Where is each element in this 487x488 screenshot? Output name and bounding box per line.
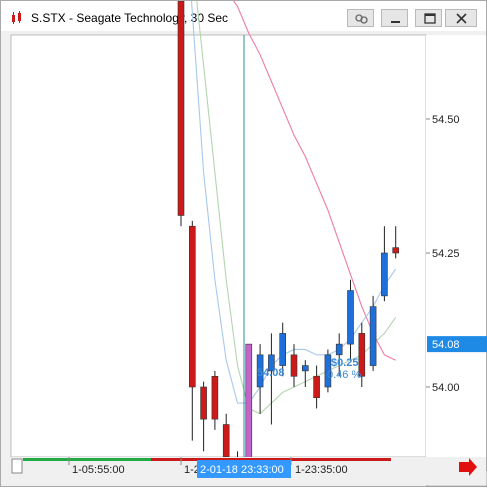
candle-body[interactable] [301,365,309,372]
y-tick-label: 54.00 [432,382,460,394]
candle-body[interactable] [335,343,343,356]
candle-body[interactable] [313,375,320,399]
candle-body[interactable] [200,386,207,420]
measure-percent-label: 0.46 % [327,369,361,381]
x-tick-label: 1-23:35:00 [295,464,348,476]
scroll-handle[interactable] [11,458,23,474]
price-chart[interactable]: 55.2555.0054.7554.5054.2554.0053.8354.08… [1,1,487,488]
candle-body[interactable] [279,333,287,366]
current-price-label: 54.08 [432,339,460,351]
measure-start-label: 54.08 [257,367,285,379]
plot-area[interactable] [10,34,427,458]
chart-window: S.STX - Seagate Technology, 30 Sec 54.50… [0,0,487,487]
candle-body[interactable] [177,1,185,216]
candle-body[interactable] [189,225,196,388]
candle-body[interactable] [222,424,230,457]
measure-change-label: $0.25 [331,357,359,369]
candle-body[interactable] [369,306,377,366]
y-tick-label: 54.50 [432,114,460,126]
candle-body[interactable] [211,375,219,420]
candle-body[interactable] [245,343,253,474]
candle-body[interactable] [347,290,354,345]
x-tick-label: 1-05:55:00 [72,464,125,476]
candle-body[interactable] [290,354,298,377]
y-tick-label: 54.25 [432,248,460,260]
session-bar-green [23,458,151,461]
candle-body[interactable] [381,252,388,297]
crosshair-time-label: 2-01-18 23:33:00 [200,464,284,476]
candle-body[interactable] [392,247,400,254]
